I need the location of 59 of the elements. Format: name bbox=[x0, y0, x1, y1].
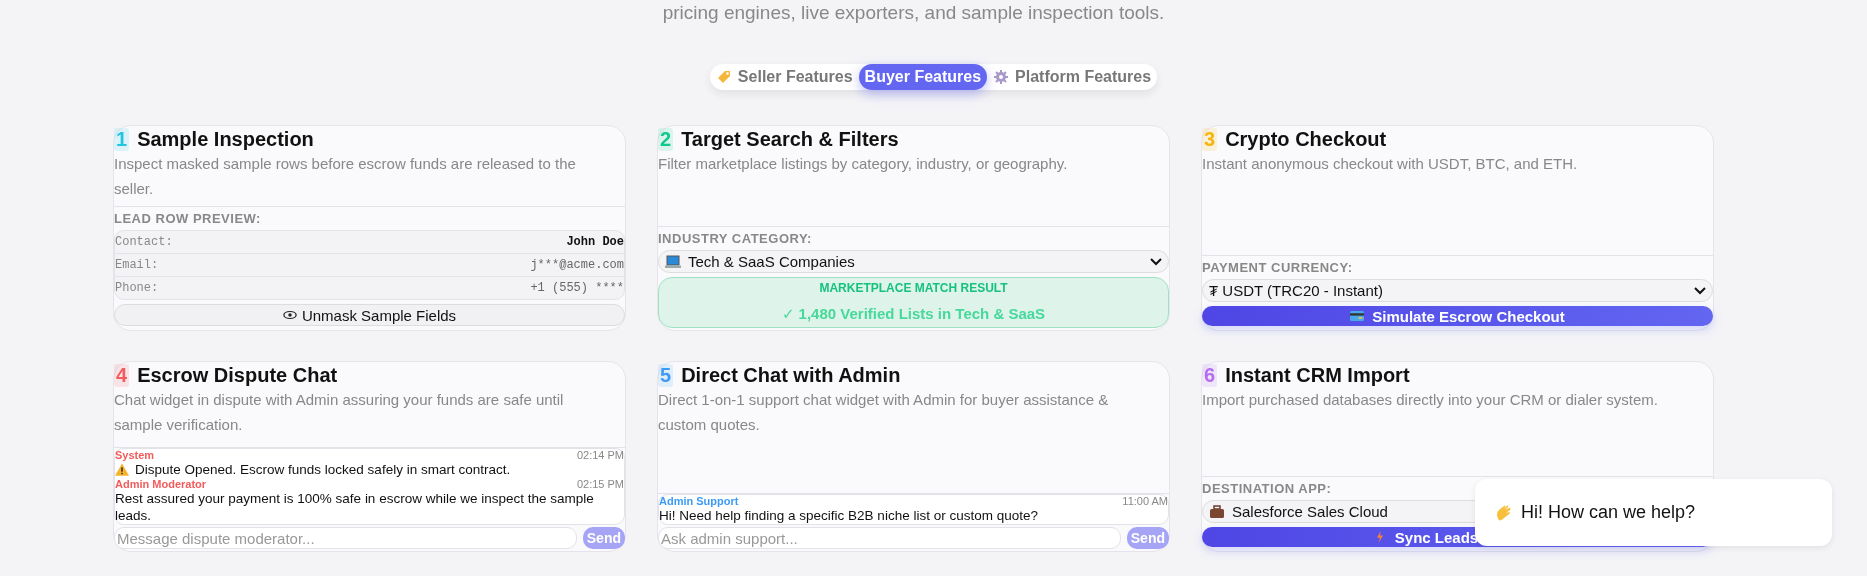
warning-icon bbox=[115, 463, 129, 476]
step-number: 3 bbox=[1202, 128, 1218, 151]
step-number: 2 bbox=[658, 128, 674, 151]
message-text: Hi! Need help finding a specific B2B niche list or custom quote? bbox=[659, 507, 1038, 524]
message-text: Rest assured your payment is 100% safe in escrow while we inspect the sample leads. bbox=[115, 490, 595, 524]
popup-text: Hi! How can we help? bbox=[1521, 502, 1696, 523]
step-number: 4 bbox=[114, 364, 130, 387]
field-label: Email: bbox=[115, 258, 159, 272]
result-heading: MARKETPLACE MATCH RESULT bbox=[819, 281, 1008, 295]
card-description: Direct 1-on-1 support chat widget with Admin for buyer assistance & custom quotes. bbox=[658, 390, 1110, 435]
sender-name: Admin Support bbox=[659, 495, 739, 507]
section-label: INDUSTRY CATEGORY: bbox=[658, 231, 813, 246]
checkout-button[interactable]: Simulate Escrow Checkout bbox=[1202, 306, 1713, 326]
step-number: 6 bbox=[1202, 364, 1218, 387]
card-title: Sample Inspection bbox=[137, 128, 314, 151]
field-label: Contact: bbox=[115, 235, 173, 249]
message-time: 11:00 AM bbox=[1122, 495, 1168, 507]
message-text: Dispute Opened. Escrow funds locked safely in smart contract. bbox=[135, 461, 511, 478]
gear-icon bbox=[993, 69, 1010, 85]
waving-hand-icon bbox=[1495, 503, 1513, 522]
section-label: LEAD ROW PREVIEW: bbox=[114, 211, 262, 226]
card-description: Inspect masked sample rows before escrow funds are released to the seller. bbox=[114, 154, 577, 199]
card-description: Filter marketplace listings by category, industry, or geography. bbox=[658, 154, 1069, 174]
currency-select[interactable]: ₮ USDT (TRC20 - Instant) bbox=[1202, 279, 1713, 302]
step-number: 1 bbox=[114, 128, 130, 151]
card-description: Chat widget in dispute with Admin assuring your funds are safe until sample verification. bbox=[114, 390, 565, 435]
result-count: ✓ 1,480 Verified Lists in Tech & SaaS bbox=[781, 305, 1046, 323]
field-value: +1 (555) **** bbox=[530, 281, 624, 295]
card-title: Crypto Checkout bbox=[1225, 128, 1387, 151]
card-description: Import purchased databases directly into your CRM or dialer system. bbox=[1202, 390, 1660, 410]
section-label: PAYMENT CURRENCY: bbox=[1202, 260, 1354, 275]
unmask-button[interactable]: Unmask Sample Fields bbox=[114, 304, 625, 326]
chevron-icon bbox=[1150, 257, 1162, 266]
card-title: Target Search & Filters bbox=[681, 128, 899, 151]
sender-name: System bbox=[115, 449, 155, 461]
eye-icon bbox=[282, 309, 297, 321]
card-title: Escrow Dispute Chat bbox=[137, 364, 338, 387]
message-input[interactable]: Message dispute moderator... bbox=[114, 527, 577, 549]
sender-name: Admin Moderator bbox=[115, 478, 207, 490]
briefcase-icon bbox=[1209, 504, 1225, 519]
feature-tab[interactable]: Platform Features bbox=[987, 64, 1158, 90]
credit-card-icon bbox=[1350, 310, 1365, 322]
message-time: 02:14 PM bbox=[576, 449, 624, 461]
card-description: Instant anonymous checkout with USDT, BTC, and ETH. bbox=[1202, 154, 1579, 174]
field-value: John Doe bbox=[566, 235, 624, 249]
laptop-icon bbox=[665, 254, 681, 269]
message-time: 02:15 PM bbox=[576, 478, 624, 490]
field-value: j***@acme.com bbox=[530, 258, 624, 272]
card-title: Direct Chat with Admin bbox=[681, 364, 901, 387]
section-label: DESTINATION APP: bbox=[1202, 481, 1333, 496]
chevron-icon bbox=[1694, 286, 1706, 295]
category-select[interactable]: Tech & SaaS Companies bbox=[658, 250, 1169, 273]
intro-text: pricing engines, live exporters, and sample inspection tools. bbox=[661, 1, 1166, 24]
field-label: Phone: bbox=[115, 281, 159, 295]
card-title: Instant CRM Import bbox=[1225, 364, 1410, 387]
message-input[interactable]: Ask admin support... bbox=[658, 527, 1121, 549]
feature-tab[interactable]: Buyer Features bbox=[858, 64, 988, 90]
step-number: 5 bbox=[658, 364, 674, 387]
feature-tab[interactable]: Seller Features bbox=[709, 64, 859, 90]
